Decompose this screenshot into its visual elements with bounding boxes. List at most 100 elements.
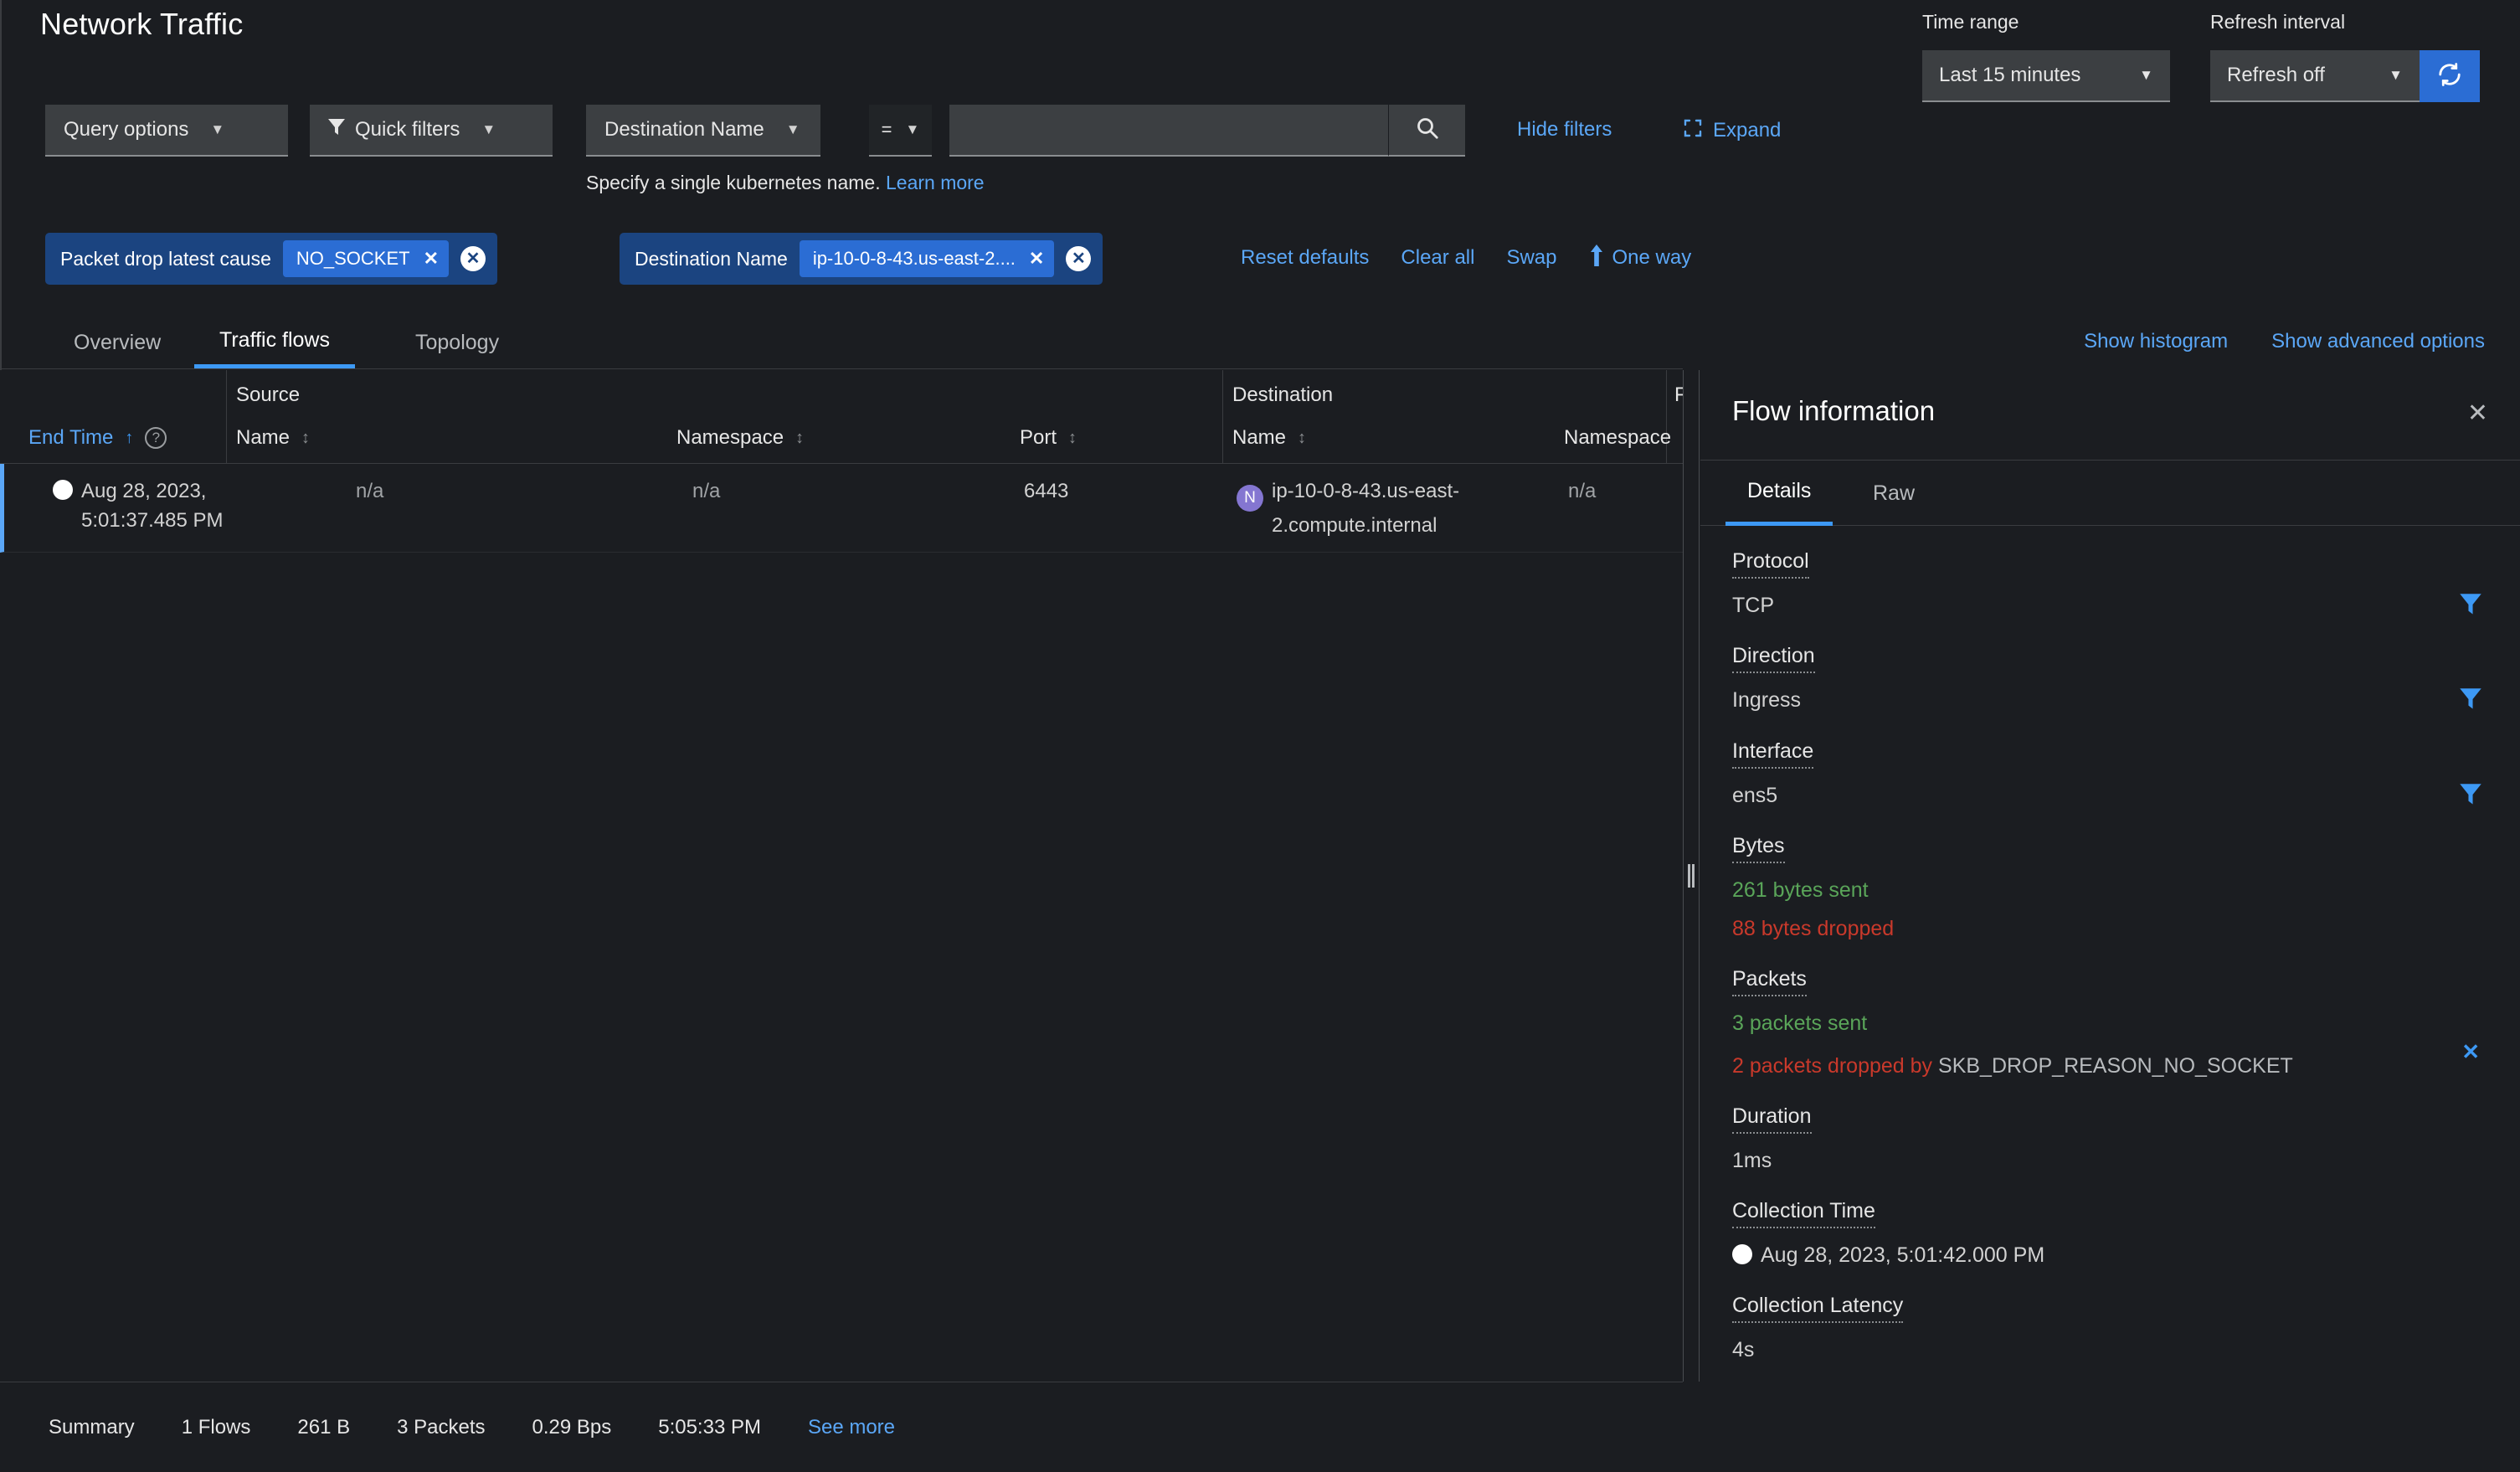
cell-dest-name-line1: ip-10-0-8-43.us-east- [1272,480,1459,502]
panel-body: Protocol TCP Direction Ingress Interface… [1700,526,2520,1472]
network-traffic-page: Network Traffic Query options ▼ Quick fi… [0,0,2520,1472]
query-options-label: Query options [64,118,188,142]
close-icon[interactable]: ✕ [2467,399,2488,428]
th-source-name[interactable]: Name ↕ [236,426,310,450]
group-header-source: Source [236,383,300,407]
field-protocol: Protocol TCP [1732,549,2488,620]
cell-dest-name: Nip-10-0-8-43.us-east- 2.compute.interna… [1237,477,1513,541]
search-input[interactable] [949,105,1388,157]
table-row[interactable]: Aug 28, 2023, 5:01:37.485 PM n/a n/a 644… [0,464,1683,553]
cell-end-time-date: Aug 28, 2023, [81,480,206,502]
field-direction-label: Direction [1732,644,1815,673]
clear-group-icon[interactable]: ✕ [460,246,486,271]
panel-title: Flow information [1732,395,1935,427]
funnel-icon [328,118,345,142]
filter-icon[interactable] [2460,687,2481,715]
page-title: Network Traffic [40,7,243,42]
clear-all-link[interactable]: Clear all [1401,246,1474,270]
chevron-down-icon: ▼ [481,121,496,138]
filter-operator-dropdown[interactable]: = ▼ [869,105,932,157]
show-advanced-options-link[interactable]: Show advanced options [2271,330,2485,353]
tab-topology[interactable]: Topology [390,317,524,368]
cell-source-name: n/a [356,477,383,507]
refresh-button[interactable] [2420,50,2480,102]
time-range-value: Last 15 minutes [1939,64,2080,87]
sort-icon[interactable]: ↕ [795,430,804,446]
chevron-down-icon: ▼ [2370,67,2403,84]
field-collection-time-label: Collection Time [1732,1199,1875,1228]
field-packets-drop-reason: SKB_DROP_REASON_NO_SOCKET [1938,1054,2293,1078]
field-collection-latency-value: 4s [1732,1335,2488,1365]
one-way-label: One way [1612,246,1692,270]
learn-more-link[interactable]: Learn more [886,172,985,193]
field-interface: Interface ens5 [1732,739,2488,811]
helper-text: Specify a single kubernetes name. [586,172,881,193]
th-port[interactable]: Port ↕ [1020,426,1077,450]
arrow-up-icon [1589,244,1604,270]
filter-operator-label: = [882,119,892,141]
panel-header: Flow information ✕ [1700,370,2520,461]
clear-drop-filter-icon[interactable]: ✕ [2461,1039,2480,1065]
filter-chip-group: Destination Name ip-10-0-8-43.us-east-2.… [620,233,1103,285]
group-header-destination: Destination [1232,383,1333,407]
chip-group-label: Packet drop latest cause [60,248,271,270]
field-protocol-label: Protocol [1732,549,1809,579]
column-divider [1222,370,1223,464]
show-histogram-link[interactable]: Show histogram [2084,330,2228,353]
field-packets-label: Packets [1732,967,1807,996]
swap-link[interactable]: Swap [1506,246,1556,270]
filter-icon[interactable] [2460,783,2481,811]
expand-label: Expand [1713,119,1781,142]
sort-icon[interactable]: ↕ [1068,430,1077,446]
chip-value: ip-10-0-8-43.us-east-2.... [813,248,1016,270]
globe-icon [1732,1244,1752,1264]
help-icon[interactable]: ? [145,427,167,449]
quick-filters-dropdown[interactable]: Quick filters ▼ [310,105,553,157]
quick-filters-label: Quick filters [355,118,460,142]
clear-group-icon[interactable]: ✕ [1066,246,1091,271]
th-dest-namespace[interactable]: Namespace [1564,426,1671,450]
cell-end-time-time: 5:01:37.485 PM [81,509,223,532]
hide-filters-link[interactable]: Hide filters [1517,118,1612,142]
cell-end-time: Aug 28, 2023, 5:01:37.485 PM [53,477,223,536]
sort-ascending-icon[interactable]: ↑ [125,430,133,446]
close-icon[interactable]: ✕ [424,250,439,268]
expand-button[interactable]: Expand [1683,118,1781,142]
th-source-namespace-label: Namespace [676,426,784,450]
panel-tabs: Details Raw [1700,461,2520,526]
tab-traffic-flows[interactable]: Traffic flows [194,317,355,368]
filter-chip[interactable]: NO_SOCKET ✕ [283,240,449,277]
tab-details[interactable]: Details [1725,461,1833,526]
tab-raw[interactable]: Raw [1851,461,1936,526]
th-dest-name[interactable]: Name ↕ [1232,426,1306,450]
filter-icon[interactable] [2460,593,2481,620]
filter-column-label: Destination Name [604,118,764,142]
field-protocol-value: TCP [1732,590,2488,620]
query-options-dropdown[interactable]: Query options ▼ [45,105,288,157]
field-packets-dropped: 2 packets dropped by SKB_DROP_REASON_NO_… [1732,1051,2488,1081]
summary-packets: 3 Packets [373,1416,508,1439]
field-packets-dropped-prefix: 2 packets dropped by [1732,1054,1932,1078]
th-end-time[interactable]: End Time ↑ ? [28,426,167,450]
reset-defaults-link[interactable]: Reset defaults [1241,246,1369,270]
th-source-namespace[interactable]: Namespace ↕ [676,426,804,450]
tab-overview[interactable]: Overview [49,317,186,368]
tabs-right-links: Show histogram Show advanced options [2084,330,2485,353]
summary-bytes: 261 B [274,1416,373,1439]
th-dest-namespace-label: Namespace [1564,426,1671,450]
search-button[interactable] [1388,105,1465,157]
refresh-interval-dropdown[interactable]: Refresh off ▼ [2210,50,2420,102]
time-range-dropdown[interactable]: Last 15 minutes ▼ [1922,50,2170,102]
filter-column-dropdown[interactable]: Destination Name ▼ [586,105,820,157]
close-icon[interactable]: ✕ [1029,250,1044,268]
field-interface-label: Interface [1732,739,1813,769]
one-way-toggle[interactable]: One way [1589,244,1692,270]
panel-splitter[interactable] [1683,370,1700,1382]
sort-icon[interactable]: ↕ [1298,430,1306,446]
field-collection-time: Collection Time Aug 28, 2023, 5:01:42.00… [1732,1199,2488,1270]
filter-chip[interactable]: ip-10-0-8-43.us-east-2.... ✕ [800,240,1055,277]
sort-icon[interactable]: ↕ [301,430,310,446]
chevron-down-icon: ▼ [210,121,224,138]
th-dest-name-label: Name [1232,426,1286,450]
see-more-link[interactable]: See more [784,1416,918,1439]
